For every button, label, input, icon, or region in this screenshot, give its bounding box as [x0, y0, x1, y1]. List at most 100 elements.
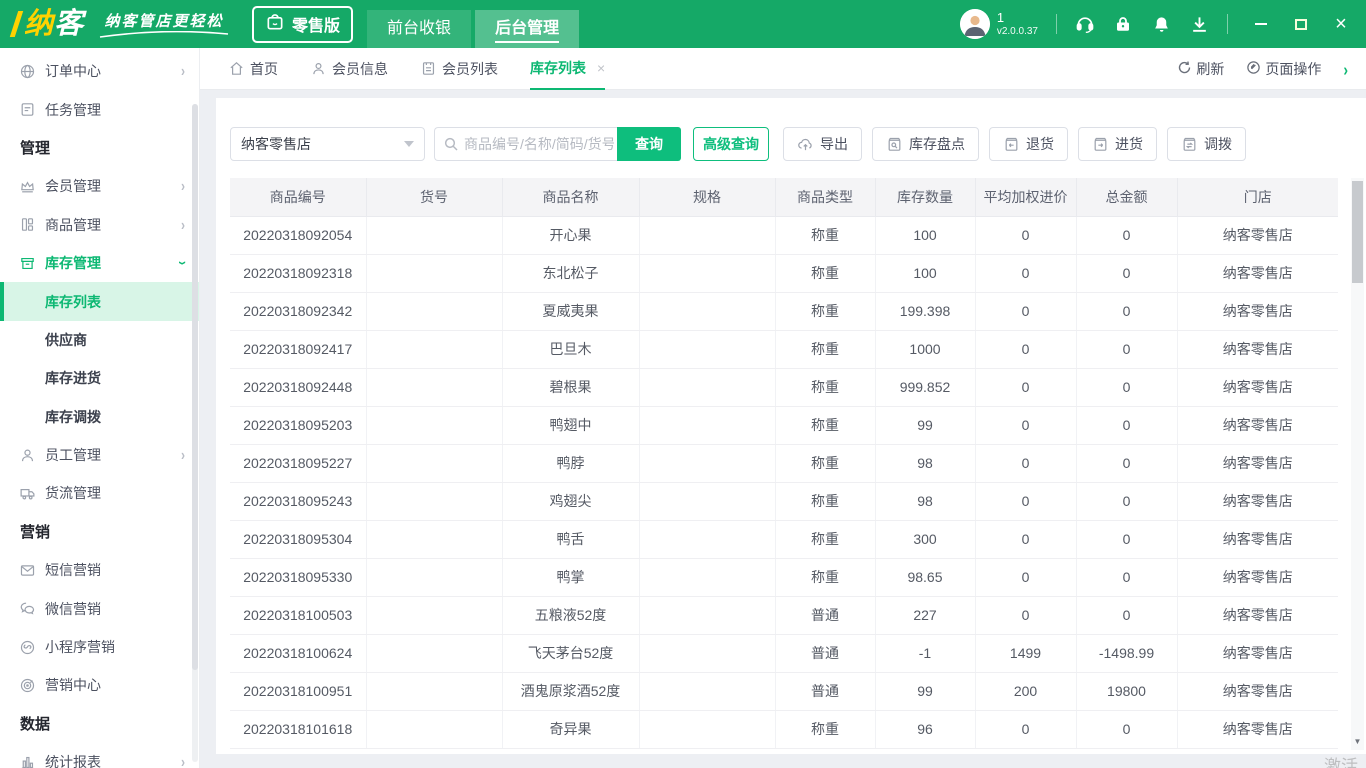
table-cell: 普通	[775, 596, 876, 635]
table-cell	[366, 520, 503, 559]
table-cell: 纳客零售店	[1177, 330, 1338, 369]
sidebar-item-任务管理[interactable]: 任务管理	[0, 90, 199, 128]
app-header: 纳客 纳客管店更轻松 零售版 前台收银 后台管理 1 v2.0.0.37 ×	[0, 0, 1366, 48]
sidebar-item-微信营销[interactable]: 微信营销	[0, 589, 199, 627]
table-cell: 20220318092342	[230, 292, 367, 331]
nav-backend-admin[interactable]: 后台管理	[475, 10, 580, 48]
tab-库存列表[interactable]: 库存列表 ×	[530, 48, 606, 90]
scrollbar-down-arrow[interactable]: ▼	[1351, 735, 1364, 748]
table-row[interactable]: 20220318092342 夏威夷果 称重 199.398 0 0 纳客零售店	[230, 292, 1338, 331]
action-button-进货[interactable]: 进货	[1078, 127, 1157, 161]
bell-icon[interactable]	[1151, 14, 1171, 34]
sidebar-item-货流管理[interactable]: 货流管理	[0, 474, 199, 512]
table-row[interactable]: 20220318095203 鸭翅中 称重 99 0 0 纳客零售店	[230, 406, 1338, 445]
table-scrollbar[interactable]: ▼	[1351, 178, 1364, 750]
table-cell: 纳客零售店	[1177, 216, 1338, 255]
sidebar-item-订单中心[interactable]: 订单中心 ›	[0, 52, 199, 90]
lock-icon[interactable]	[1113, 14, 1133, 34]
sidebar-item-商品管理[interactable]: 商品管理 ›	[0, 206, 199, 244]
table-row[interactable]: 20220318100951 酒鬼原浆酒52度 普通 99 200 19800 纳客零售店	[230, 672, 1338, 711]
table-row[interactable]: 20220318095330 鸭掌 称重 98.65 0 0 纳客零售店	[230, 558, 1338, 597]
store-select[interactable]: 纳客零售店	[230, 127, 425, 161]
table-row[interactable]: 20220318101618 奇异果 称重 96 0 0 纳客零售店	[230, 710, 1338, 749]
table-cell: 98	[875, 444, 976, 483]
table-cell	[639, 330, 776, 369]
tabs-more-chevron[interactable]: ›	[1343, 59, 1348, 79]
table-cell: 20220318092417	[230, 330, 367, 369]
nav-label: 后台管理	[495, 20, 560, 37]
sidebar-item-库存调拨[interactable]: 库存调拨	[0, 398, 199, 436]
table-row[interactable]: 20220318095243 鸡翅尖 称重 98 0 0 纳客零售店	[230, 482, 1338, 521]
column-header-货号: 货号	[366, 178, 503, 217]
table-row[interactable]: 20220318100503 五粮液52度 普通 227 0 0 纳客零售店	[230, 596, 1338, 635]
sidebar-item-员工管理[interactable]: 员工管理 ›	[0, 436, 199, 474]
sidebar-item-库存列表[interactable]: 库存列表	[0, 282, 199, 322]
table-row[interactable]: 20220318095304 鸭舌 称重 300 0 0 纳客零售店	[230, 520, 1338, 559]
search-input[interactable]	[464, 136, 614, 152]
table-row[interactable]: 20220318092448 碧根果 称重 999.852 0 0 纳客零售店	[230, 368, 1338, 407]
page-ops-button[interactable]: 页面操作	[1246, 59, 1321, 79]
sidebar-item-库存管理[interactable]: 库存管理 ›	[0, 244, 199, 282]
table-row[interactable]: 20220318092054 开心果 称重 100 0 0 纳客零售店	[230, 216, 1338, 255]
advanced-query-button[interactable]: 高级查询	[693, 127, 769, 161]
user-chip[interactable]: 1 v2.0.0.37	[959, 9, 1038, 39]
tab-close-icon[interactable]: ×	[597, 60, 605, 76]
table-row[interactable]: 20220318095227 鸭脖 称重 98 0 0 纳客零售店	[230, 444, 1338, 483]
table-body: 20220318092054 开心果 称重 100 0 0 纳客零售店 20220318092…	[230, 216, 1338, 749]
column-header-商品类型: 商品类型	[775, 178, 876, 217]
minimize-button[interactable]	[1252, 15, 1270, 33]
sidebar-item-会员管理[interactable]: 会员管理 ›	[0, 167, 199, 205]
sidebar-item-小程序营销[interactable]: 小程序营销	[0, 628, 199, 666]
table-cell	[366, 444, 503, 483]
table-cell	[639, 254, 776, 293]
sidebar-scrollbar[interactable]	[192, 104, 198, 762]
table-cell: 普通	[775, 672, 876, 711]
sidebar-item-label: 库存列表	[45, 293, 101, 310]
table-cell: 96	[875, 710, 976, 749]
sidebar-item-供应商[interactable]: 供应商	[0, 321, 199, 359]
close-button[interactable]: ×	[1332, 14, 1350, 34]
table-row[interactable]: 20220318100624 飞天茅台52度 普通 -1 1499 -1498.99 纳客零…	[230, 634, 1338, 673]
table-row[interactable]: 20220318092318 东北松子 称重 100 0 0 纳客零售店	[230, 254, 1338, 293]
action-label: 调拨	[1204, 136, 1232, 152]
table-cell: 酒鬼原浆酒52度	[502, 672, 640, 711]
maximize-button[interactable]	[1292, 15, 1310, 33]
globe-icon	[18, 62, 36, 80]
action-button-调拨[interactable]: 调拨	[1167, 127, 1246, 161]
edition-badge[interactable]: 零售版	[252, 5, 354, 43]
refresh-button[interactable]: 刷新	[1177, 59, 1224, 79]
download-icon[interactable]	[1189, 14, 1209, 34]
sidebar-section-管理: 管理	[0, 129, 199, 167]
table-cell: 20220318095330	[230, 558, 367, 597]
table-cell: 0	[975, 444, 1077, 483]
tab-会员列表[interactable]: 会员列表	[420, 48, 498, 90]
brand-logo: 纳客	[9, 9, 84, 39]
nav-front-cashier[interactable]: 前台收银	[367, 10, 472, 48]
table-cell: 99	[875, 672, 976, 711]
query-button[interactable]: 查询	[617, 127, 681, 161]
action-button-导出[interactable]: 导出	[783, 127, 862, 161]
table-cell: 鸭舌	[502, 520, 640, 559]
search-icon	[443, 136, 459, 152]
action-button-库存盘点[interactable]: 库存盘点	[872, 127, 979, 161]
chevron-right-icon: ›	[181, 445, 185, 465]
support-headset-icon[interactable]	[1075, 14, 1095, 34]
table-row[interactable]: 20220318092417 巴旦木 称重 1000 0 0 纳客零售店	[230, 330, 1338, 369]
sidebar-item-营销中心[interactable]: 营销中心	[0, 666, 199, 704]
tab-会员信息[interactable]: 会员信息	[310, 48, 388, 90]
table-cell: 20220318095304	[230, 520, 367, 559]
table-cell: 称重	[775, 406, 876, 445]
sidebar-item-短信营销[interactable]: 短信营销	[0, 551, 199, 589]
scrollbar-thumb[interactable]	[1352, 181, 1363, 283]
table-cell: -1	[875, 634, 976, 673]
tagline-swoosh	[99, 30, 229, 38]
member-icon	[310, 60, 327, 77]
table-cell: 0	[1076, 254, 1178, 293]
sidebar-section-数据: 数据	[0, 705, 199, 743]
sidebar-item-库存进货[interactable]: 库存进货	[0, 359, 199, 397]
tab-label: 会员列表	[442, 60, 498, 77]
column-header-门店: 门店	[1177, 178, 1338, 217]
tab-首页[interactable]: 首页	[228, 48, 278, 90]
action-button-退货[interactable]: 退货	[989, 127, 1068, 161]
sidebar-item-统计报表[interactable]: 统计报表 ›	[0, 743, 199, 768]
